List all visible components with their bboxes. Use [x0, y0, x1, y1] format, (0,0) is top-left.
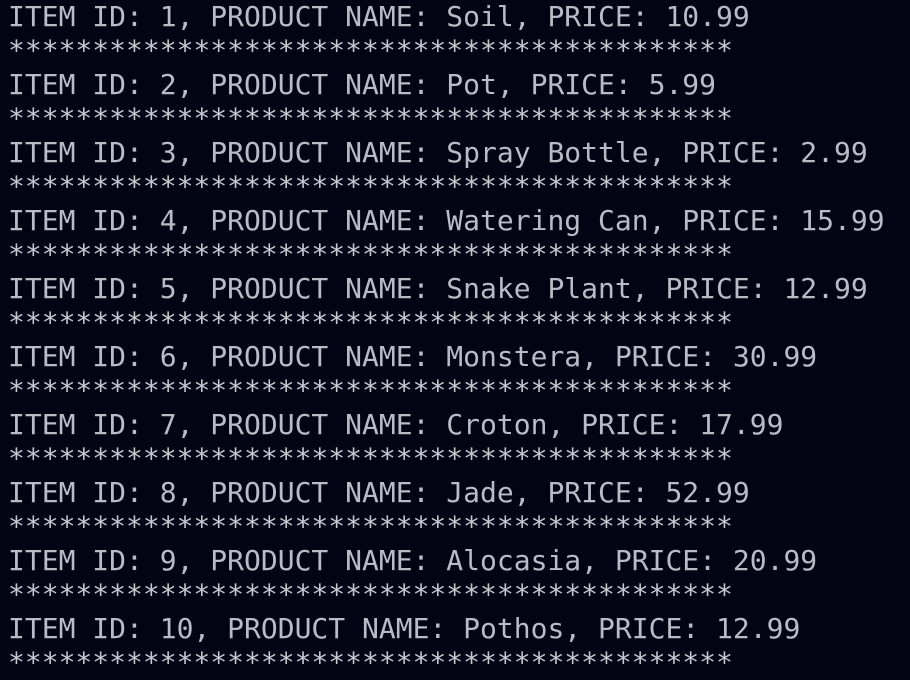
terminal-output[interactable]: ITEM ID: 1, PRODUCT NAME: Soil, PRICE: 1…	[0, 0, 910, 680]
separator-line: ****************************************…	[8, 510, 733, 543]
product-line: ITEM ID: 2, PRODUCT NAME: Pot, PRICE: 5.…	[8, 68, 717, 101]
product-line: ITEM ID: 5, PRODUCT NAME: Snake Plant, P…	[8, 272, 868, 305]
product-line: ITEM ID: 9, PRODUCT NAME: Alocasia, PRIC…	[8, 544, 818, 577]
separator-line: ****************************************…	[8, 170, 733, 203]
product-line: ITEM ID: 1, PRODUCT NAME: Soil, PRICE: 1…	[8, 0, 750, 33]
separator-line: ****************************************…	[8, 646, 733, 679]
product-line: ITEM ID: 8, PRODUCT NAME: Jade, PRICE: 5…	[8, 476, 750, 509]
product-line: ITEM ID: 10, PRODUCT NAME: Pothos, PRICE…	[8, 612, 801, 645]
product-line: ITEM ID: 6, PRODUCT NAME: Monstera, PRIC…	[8, 340, 818, 373]
separator-line: ****************************************…	[8, 102, 733, 135]
separator-line: ****************************************…	[8, 238, 733, 271]
separator-line: ****************************************…	[8, 306, 733, 339]
separator-line: ****************************************…	[8, 374, 733, 407]
product-line: ITEM ID: 7, PRODUCT NAME: Croton, PRICE:…	[8, 408, 784, 441]
separator-line: ****************************************…	[8, 34, 733, 67]
separator-line: ****************************************…	[8, 442, 733, 475]
product-line: ITEM ID: 3, PRODUCT NAME: Spray Bottle, …	[8, 136, 868, 169]
product-line: ITEM ID: 4, PRODUCT NAME: Watering Can, …	[8, 204, 885, 237]
separator-line: ****************************************…	[8, 578, 733, 611]
